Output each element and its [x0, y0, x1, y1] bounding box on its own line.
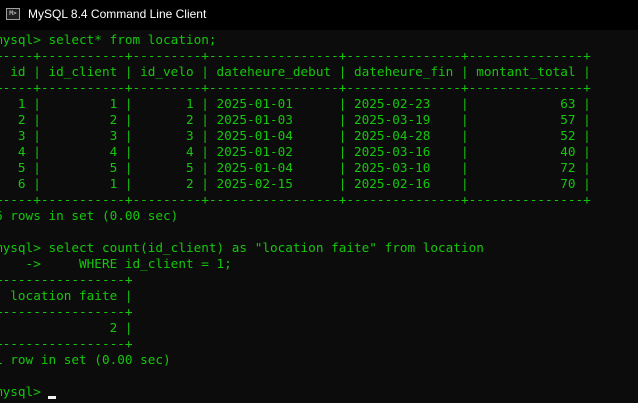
terminal-line: | 2 | 2 | 2 | 2025-01-03 | 2025-03-19 | … — [0, 112, 591, 127]
terminal-line: | 1 | 1 | 1 | 2025-01-01 | 2025-02-23 | … — [0, 96, 591, 111]
terminal-line: 6 rows in set (0.00 sec) — [0, 208, 179, 223]
console-window: M> MySQL 8.4 Command Line Client mysql> … — [0, 0, 638, 403]
terminal-output[interactable]: mysql> select* from location; +----+-----… — [0, 30, 632, 403]
terminal-line: mysql> — [0, 384, 49, 399]
terminal-line: | 3 | 3 | 3 | 2025-01-04 | 2025-04-28 | … — [0, 128, 591, 143]
terminal-line: | 2 | — [0, 320, 133, 335]
terminal-line: +----------------+ — [0, 272, 133, 287]
terminal-line: 1 row in set (0.00 sec) — [0, 352, 171, 367]
terminal-line: mysql> select count(id_client) as "locat… — [0, 240, 484, 255]
terminal-line: +----------------+ — [0, 304, 133, 319]
terminal-line: +----+-----------+---------+------------… — [0, 80, 591, 95]
terminal-line: | id | id_client | id_velo | dateheure_d… — [0, 64, 591, 79]
text-cursor — [48, 396, 57, 399]
terminal-line: +----+-----------+---------+------------… — [0, 48, 591, 63]
vertical-scrollbar[interactable] — [633, 30, 638, 403]
terminal-line: | 4 | 4 | 4 | 2025-01-02 | 2025-03-16 | … — [0, 144, 591, 159]
title-bar[interactable]: M> MySQL 8.4 Command Line Client — [0, 0, 638, 30]
terminal-line: +----------------+ — [0, 336, 133, 351]
terminal-line: | location faite | — [0, 288, 133, 303]
window-title: MySQL 8.4 Command Line Client — [28, 7, 207, 21]
console-app-icon: M> — [6, 8, 20, 20]
terminal-line: +----+-----------+---------+------------… — [0, 192, 591, 207]
terminal-line: mysql> select* from location; — [0, 32, 217, 47]
terminal-line: -> WHERE id_client = 1; — [0, 256, 232, 271]
terminal-line: | 6 | 1 | 2 | 2025-02-15 | 2025-02-16 | … — [0, 176, 591, 191]
terminal-line: | 5 | 5 | 5 | 2025-01-04 | 2025-03-10 | … — [0, 160, 591, 175]
